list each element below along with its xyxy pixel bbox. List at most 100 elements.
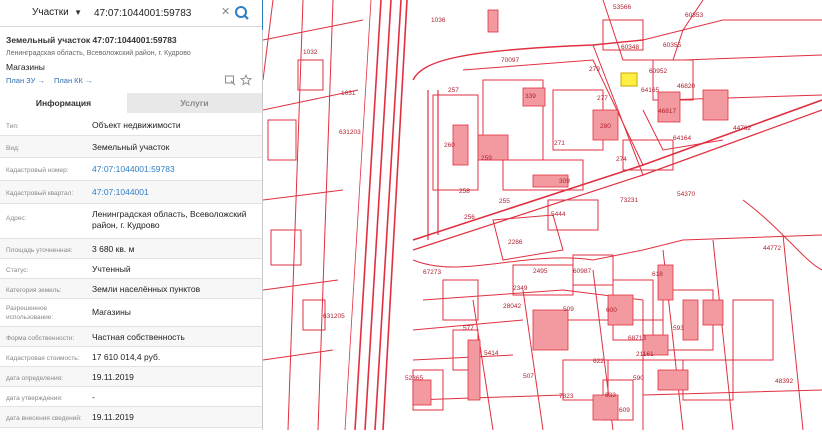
map-label: 60348 — [621, 44, 639, 51]
map-label: 60355 — [663, 42, 681, 49]
object-usage: Магазины — [6, 62, 45, 72]
map-label: 258 — [459, 188, 470, 195]
row-label: Кадастровая стоимость: — [6, 355, 80, 362]
row-valuation-date: дата определения: 19.11.2019 — [0, 367, 262, 387]
map-label: 622 — [593, 358, 604, 365]
row-label: Тип: — [6, 123, 19, 130]
map-label: 68713 — [628, 335, 646, 342]
row-value: Земли населённых пунктов — [92, 284, 201, 294]
map-label: 54370 — [677, 191, 695, 198]
row-value: Ленинградская область, Всеволожский райо… — [92, 209, 247, 230]
map-label: 507 — [523, 373, 534, 380]
map-label: 7823 — [559, 393, 574, 400]
map-label: 60353 — [685, 12, 703, 19]
row-cadastral-number: Кадастровый номер: 47:07:1044001:59783 — [0, 158, 262, 181]
row-label: Площадь уточненная: — [6, 247, 73, 254]
tab-info[interactable]: Информация — [0, 93, 127, 114]
row-ownership: Форма собственности: Частная собственнос… — [0, 327, 262, 347]
row-value: - — [92, 392, 95, 402]
map-label: 73231 — [620, 197, 638, 204]
plan-zu-link[interactable]: План ЗУ → — [6, 76, 45, 85]
map-label: 309 — [559, 178, 570, 185]
search-icon[interactable] — [233, 3, 251, 23]
cadastral-map[interactable]: 53566 60353 60348 60355 60952 46820 6416… — [262, 0, 822, 431]
map-label: 339 — [525, 93, 536, 100]
row-kind: Вид: Земельный участок — [0, 136, 262, 158]
map-label: 600 — [606, 307, 617, 314]
tab-services[interactable]: Услуги — [127, 93, 262, 113]
map-label: 5444 — [551, 211, 566, 218]
map-label: 257 — [448, 87, 459, 94]
map-label: 271 — [554, 140, 565, 147]
map-label: 1036 — [431, 17, 446, 24]
map-canvas[interactable]: 53566 60353 60348 60355 60952 46820 6416… — [262, 0, 822, 431]
plan-kk-link[interactable]: План КК → — [54, 76, 93, 85]
layer-select[interactable]: Участки ▼ — [6, 4, 86, 22]
map-label: 48392 — [775, 378, 793, 385]
map-label: 279 — [589, 66, 600, 73]
row-value: 3 680 кв. м — [92, 244, 135, 254]
map-label: 1032 — [303, 49, 318, 56]
map-label: 2349 — [513, 285, 528, 292]
cadastral-number-link[interactable]: 47:07:1044001:59783 — [92, 164, 257, 175]
map-label: 1031 — [341, 90, 356, 97]
map-label: 633 — [605, 392, 616, 399]
search-input[interactable] — [90, 4, 234, 22]
row-value: 19.11.2019 — [92, 412, 134, 422]
selected-parcel[interactable] — [620, 72, 638, 87]
map-label: 44772 — [763, 245, 781, 252]
row-value: 19.11.2019 — [92, 372, 134, 382]
chevron-down-icon: ▼ — [74, 8, 82, 17]
row-label: Кадастровый квартал: — [6, 190, 74, 197]
map-label: 60987 — [573, 268, 591, 275]
object-title: Земельный участок 47:07:1044001:59783 — [6, 35, 177, 45]
row-area: Площадь уточненная: 3 680 кв. м — [0, 239, 262, 259]
row-value: Объект недвижимости — [92, 120, 181, 130]
map-label: 593 — [673, 325, 684, 332]
row-cadastral-value: Кадастровая стоимость: 17 610 014,4 руб. — [0, 347, 262, 367]
cadastral-quarter-link[interactable]: 47:07:1044001 — [92, 187, 257, 198]
map-label: 255 — [499, 198, 510, 205]
map-label: 5414 — [484, 350, 499, 357]
attributes-table: Тип: Объект недвижимости Вид: Земельный … — [0, 114, 262, 428]
row-type: Тип: Объект недвижимости — [0, 114, 262, 136]
row-value: Магазины — [92, 307, 131, 317]
map-label: 260 — [444, 142, 455, 149]
row-land-category: Категория земель: Земли населённых пункт… — [0, 279, 262, 299]
layer-select-label: Участки — [32, 7, 69, 18]
map-label: 509 — [563, 306, 574, 313]
row-label: дата внесения сведений: — [6, 415, 82, 422]
row-entry-date: дата внесения сведений: 19.11.2019 — [0, 407, 262, 428]
map-label: 631205 — [323, 313, 345, 320]
map-label: 2495 — [533, 268, 548, 275]
print-icon[interactable] — [224, 74, 236, 86]
object-address: Ленинградская область, Всеволожский райо… — [6, 50, 191, 57]
map-label: 64164 — [673, 135, 691, 142]
map-label: 609 — [619, 407, 630, 414]
row-value: Учтенный — [92, 264, 131, 274]
row-label: дата утверждения: — [6, 395, 63, 402]
map-label: 46817 — [658, 108, 676, 115]
map-label: 28042 — [503, 303, 521, 310]
clear-icon[interactable]: ✕ — [221, 5, 230, 18]
map-label: 44762 — [733, 125, 751, 132]
row-permitted-use: Разрешенное использование: Магазины — [0, 299, 262, 327]
row-label: Разрешенное использование: — [6, 305, 54, 321]
star-icon[interactable] — [240, 74, 252, 86]
map-label: 60952 — [649, 68, 667, 75]
search-bar: Участки ▼ ✕ — [0, 0, 262, 27]
map-label: 52365 — [405, 375, 423, 382]
row-label: Категория земель: — [6, 287, 62, 294]
map-label: 631203 — [339, 129, 361, 136]
row-label: Кадастровый номер: — [6, 167, 69, 174]
map-label: 46820 — [677, 83, 695, 90]
row-cadastral-quarter: Кадастровый квартал: 47:07:1044001 — [0, 181, 262, 204]
row-label: Форма собственности: — [6, 335, 75, 342]
row-address: Адрес: Ленинградская область, Всеволожск… — [0, 204, 262, 239]
map-label: 277 — [597, 95, 608, 102]
map-label: 67273 — [423, 269, 441, 276]
map-label: 2286 — [508, 239, 523, 246]
map-label: 21161 — [636, 351, 654, 358]
map-label: 256 — [464, 214, 475, 221]
map-label: 70097 — [501, 57, 519, 64]
